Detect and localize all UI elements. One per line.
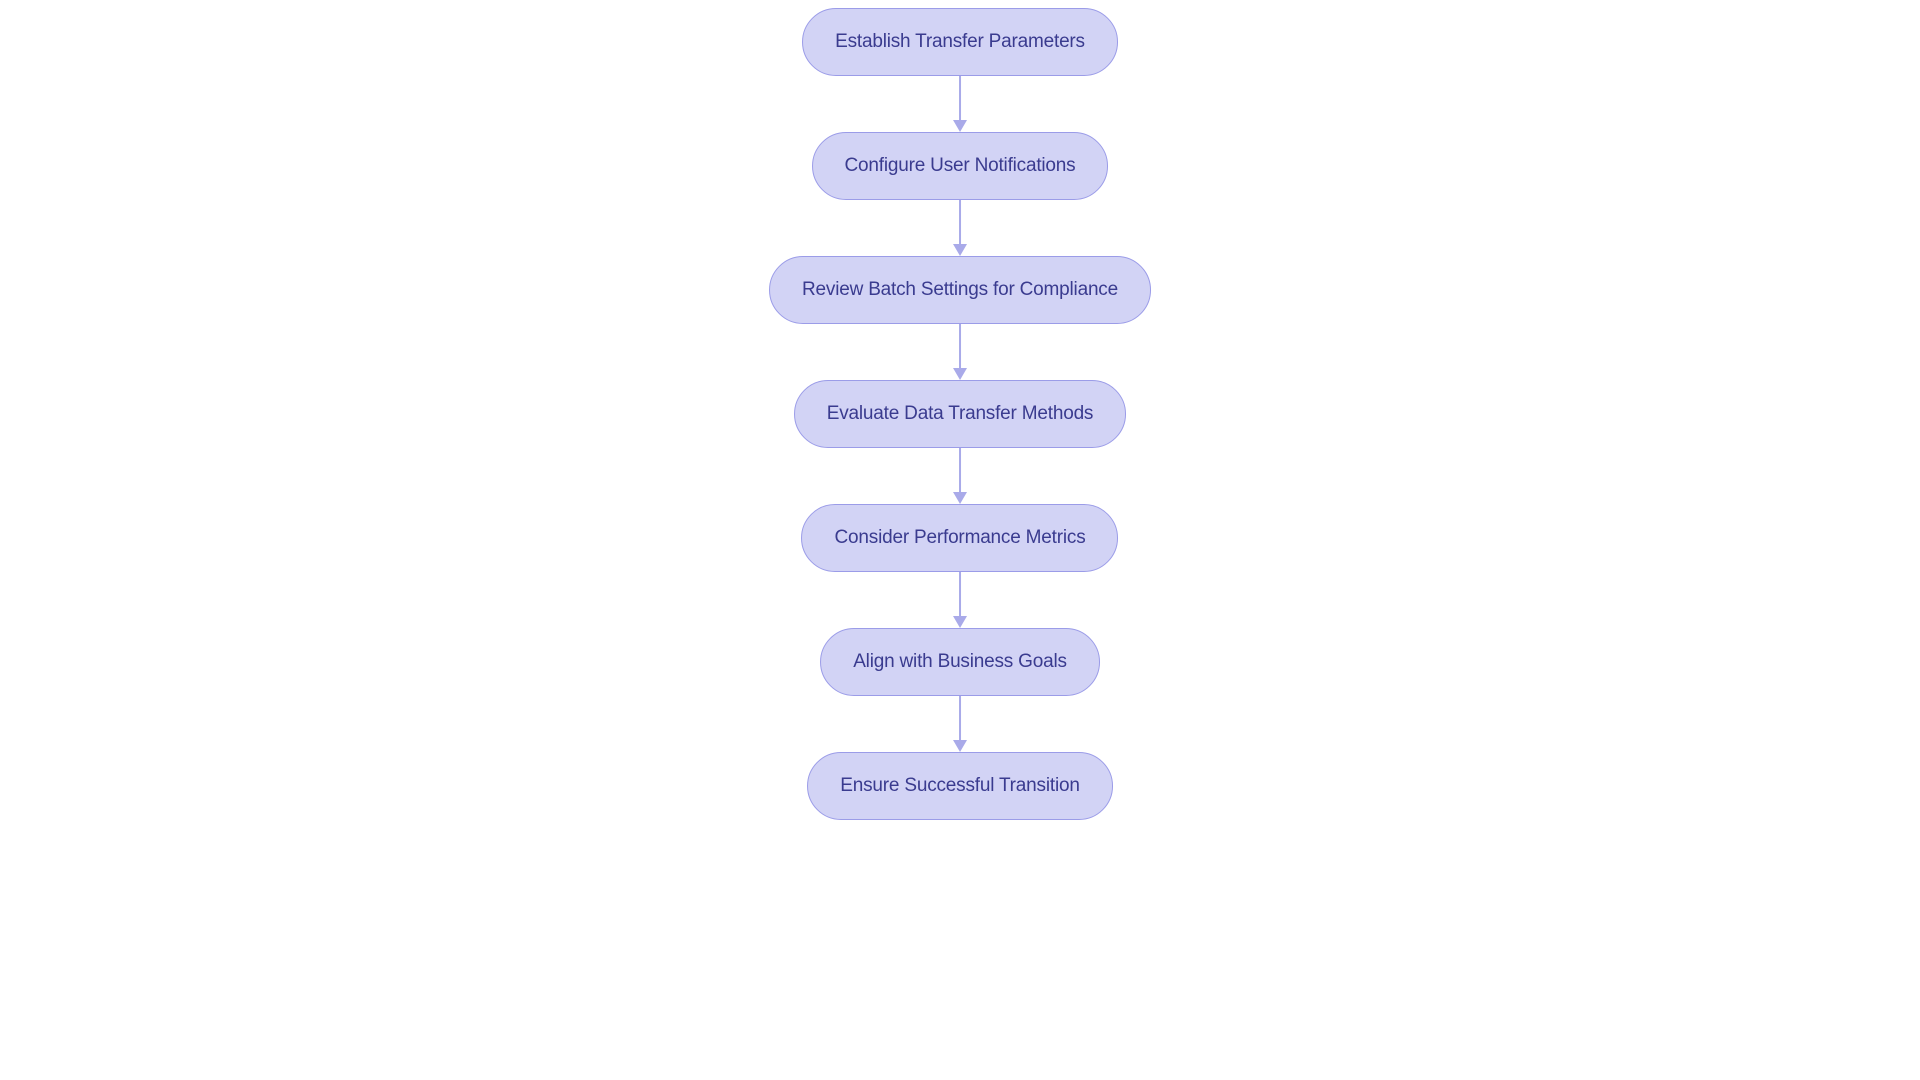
flowchart-node-6: Align with Business Goals bbox=[820, 628, 1100, 696]
flowchart-connector bbox=[953, 448, 967, 504]
flowchart-node-3: Review Batch Settings for Compliance bbox=[769, 256, 1151, 324]
connector-line bbox=[959, 76, 961, 120]
node-label: Configure User Notifications bbox=[845, 155, 1076, 176]
flowchart-node-5: Consider Performance Metrics bbox=[802, 504, 1119, 572]
node-label: Consider Performance Metrics bbox=[835, 527, 1086, 548]
flowchart-connector bbox=[953, 696, 967, 752]
node-label: Align with Business Goals bbox=[853, 651, 1067, 672]
connector-line bbox=[959, 324, 961, 368]
arrowhead-icon bbox=[953, 244, 967, 256]
flowchart-connector bbox=[953, 572, 967, 628]
flowchart-container: Establish Transfer Parameters Configure … bbox=[769, 8, 1151, 820]
flowchart-node-2: Configure User Notifications bbox=[812, 132, 1109, 200]
node-label: Review Batch Settings for Compliance bbox=[802, 279, 1118, 300]
flowchart-node-1: Establish Transfer Parameters bbox=[802, 8, 1118, 76]
arrowhead-icon bbox=[953, 492, 967, 504]
connector-line bbox=[959, 572, 961, 616]
flowchart-connector bbox=[953, 200, 967, 256]
node-label: Ensure Successful Transition bbox=[840, 775, 1079, 796]
arrowhead-icon bbox=[953, 120, 967, 132]
connector-line bbox=[959, 448, 961, 492]
node-label: Evaluate Data Transfer Methods bbox=[827, 403, 1093, 424]
flowchart-connector bbox=[953, 76, 967, 132]
flowchart-connector bbox=[953, 324, 967, 380]
connector-line bbox=[959, 696, 961, 740]
arrowhead-icon bbox=[953, 616, 967, 628]
connector-line bbox=[959, 200, 961, 244]
node-label: Establish Transfer Parameters bbox=[835, 31, 1085, 52]
flowchart-node-7: Ensure Successful Transition bbox=[807, 752, 1112, 820]
arrowhead-icon bbox=[953, 368, 967, 380]
arrowhead-icon bbox=[953, 740, 967, 752]
flowchart-node-4: Evaluate Data Transfer Methods bbox=[794, 380, 1126, 448]
